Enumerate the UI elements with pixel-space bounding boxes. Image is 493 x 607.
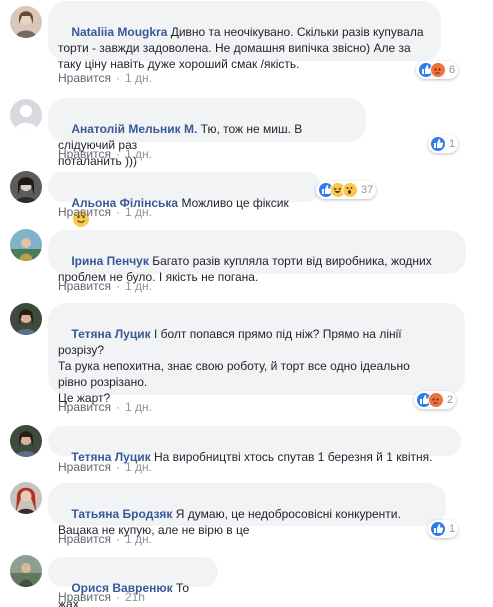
- reaction-summary[interactable]: 2: [414, 391, 457, 409]
- comment-actions: Нравится · 21h: [58, 590, 145, 604]
- avatar[interactable]: [10, 99, 42, 131]
- avatar[interactable]: [10, 229, 42, 261]
- comment-time[interactable]: 1 дн.: [125, 460, 152, 474]
- comment-time[interactable]: 1 дн.: [125, 532, 152, 546]
- like-link[interactable]: Нравится: [58, 205, 111, 219]
- comment-time[interactable]: 21h: [125, 590, 145, 604]
- reaction-count: 2: [447, 394, 454, 406]
- avatar[interactable]: [10, 303, 42, 335]
- comment-author[interactable]: Татьяна Бродзяк: [71, 507, 172, 521]
- comment-actions: Нравится · 1 дн.: [58, 205, 152, 219]
- reaction-summary[interactable]: 1: [428, 520, 459, 538]
- avatar[interactable]: [10, 425, 42, 457]
- reaction-summary[interactable]: 37: [316, 181, 377, 199]
- reaction-count: 1: [449, 138, 456, 150]
- comment-actions: Нравится · 1 дн.: [58, 400, 152, 414]
- comment-bubble: Тетяна Луцик На виробництві хтось спутав…: [48, 426, 461, 464]
- comment-bubble: Орися Вавренюк То жах: [48, 557, 218, 607]
- angry-reaction-icon: [430, 62, 446, 78]
- comment-bubble: Nataliia Mougkra Дивно та неочікувано. С…: [48, 1, 441, 71]
- like-link[interactable]: Нравится: [58, 279, 111, 293]
- avatar[interactable]: [10, 555, 42, 587]
- comment-bubble: Анатолій Мельник М. Тю, тож не миш. В сл…: [48, 98, 366, 168]
- reaction-count: 37: [361, 184, 374, 196]
- comment-author[interactable]: Ірина Пенчук: [71, 254, 149, 268]
- like-link[interactable]: Нравится: [58, 147, 111, 161]
- comment-actions: Нравится · 1 дн.: [58, 71, 152, 85]
- reaction-count: 1: [449, 523, 456, 535]
- comment-text: Можливо це фіксик: [181, 196, 289, 210]
- like-link[interactable]: Нравится: [58, 400, 111, 414]
- comment-time[interactable]: 1 дн.: [125, 400, 152, 414]
- comment-author[interactable]: Анатолій Мельник М.: [71, 122, 197, 136]
- like-link[interactable]: Нравится: [58, 71, 111, 85]
- reaction-summary[interactable]: 1: [428, 135, 459, 153]
- comment-author[interactable]: Nataliia Mougkra: [71, 25, 167, 39]
- comment-time[interactable]: 1 дн.: [125, 147, 152, 161]
- comment-time[interactable]: 1 дн.: [125, 205, 152, 219]
- comment-bubble: Ірина Пенчук Багато разів купляла торти …: [48, 230, 466, 284]
- comment-time[interactable]: 1 дн.: [125, 71, 152, 85]
- avatar[interactable]: [10, 482, 42, 514]
- comment-bubble: Татьяна Бродзяк Я думаю, це недобросовіс…: [48, 483, 446, 537]
- wow-reaction-icon: [342, 182, 358, 198]
- comment-bubble: Альона Філінська Можливо це фіксик: [48, 172, 321, 227]
- like-link[interactable]: Нравится: [58, 532, 111, 546]
- like-reaction-icon: [430, 136, 446, 152]
- like-link[interactable]: Нравится: [58, 460, 111, 474]
- avatar[interactable]: [10, 171, 42, 203]
- comment-actions: Нравится · 1 дн.: [58, 460, 152, 474]
- comment-actions: Нравится · 1 дн.: [58, 147, 152, 161]
- comment-bubble: Тетяна Луцик І болт попався прямо під ні…: [48, 303, 465, 405]
- angry-reaction-icon: [428, 392, 444, 408]
- comment-actions: Нравится · 1 дн.: [58, 532, 152, 546]
- avatar[interactable]: [10, 6, 42, 38]
- comment-text: На виробництві хтось спутав 1 березня й …: [153, 450, 433, 464]
- reaction-count: 6: [449, 64, 456, 76]
- comment-time[interactable]: 1 дн.: [125, 279, 152, 293]
- comment-author[interactable]: Тетяна Луцик: [71, 327, 150, 341]
- comment-actions: Нравится · 1 дн.: [58, 279, 152, 293]
- reaction-summary[interactable]: 6: [416, 61, 459, 79]
- like-reaction-icon: [430, 521, 446, 537]
- like-link[interactable]: Нравится: [58, 590, 111, 604]
